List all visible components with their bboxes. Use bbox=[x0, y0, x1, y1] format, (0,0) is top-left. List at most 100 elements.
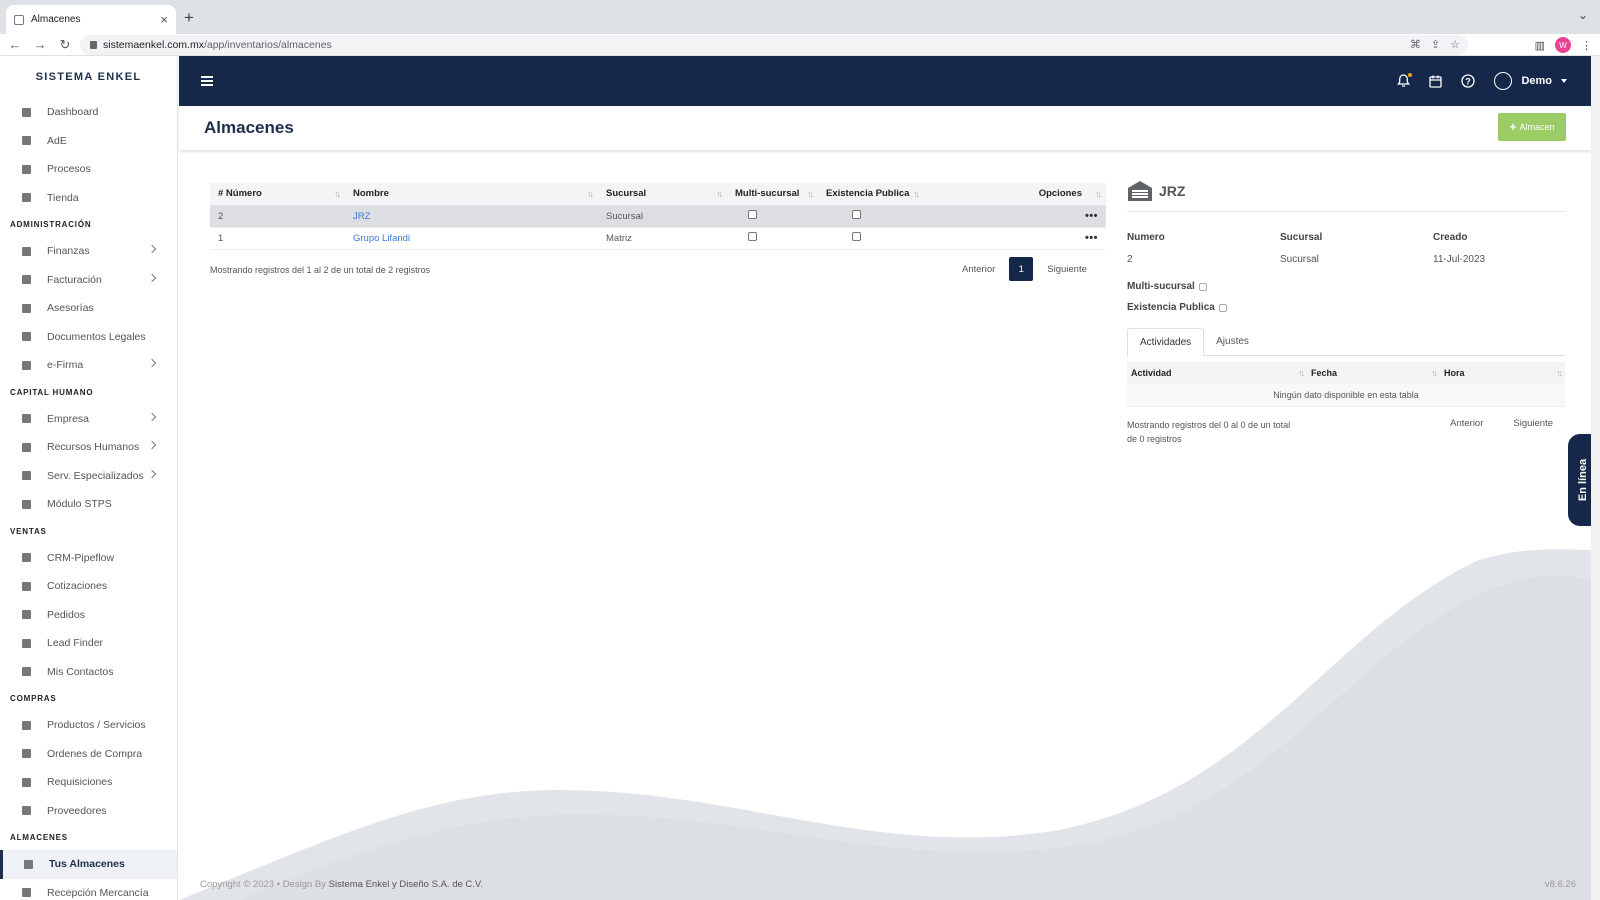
sidebar-item-label: AdE bbox=[47, 134, 67, 147]
sidebar-item-label: Tienda bbox=[47, 191, 79, 204]
sidebar-item-label: Módulo STPS bbox=[47, 498, 112, 511]
add-almacen-button[interactable]: + Almacen bbox=[1498, 113, 1566, 141]
company-link[interactable]: Sistema Enkel y Diseño S.A. de C.V. bbox=[329, 879, 483, 890]
table-row[interactable]: 1 Grupo Lifandi Matriz ••• bbox=[210, 227, 1106, 250]
sidebar-item-tienda[interactable]: Tienda bbox=[0, 184, 177, 213]
detail-title-text: JRZ bbox=[1159, 182, 1186, 199]
existencia-publica-checkbox[interactable] bbox=[851, 210, 861, 219]
col-header[interactable]: Nombre ↑↓ bbox=[345, 183, 598, 206]
filter-icon bbox=[20, 553, 32, 563]
almacen-name-link[interactable]: Grupo Lifandi bbox=[353, 233, 410, 244]
almacen-name-link[interactable]: JRZ bbox=[353, 211, 370, 222]
contact-icon bbox=[20, 667, 32, 677]
sidebar-item-ordenes-de-compra[interactable]: Ordenes de Compra bbox=[0, 740, 177, 769]
creado-label: Creado bbox=[1433, 232, 1468, 243]
col-actividad[interactable]: Actividad ↑↓ bbox=[1127, 362, 1307, 384]
star-icon[interactable]: ☆ bbox=[1450, 38, 1460, 51]
almacenes-table: # Número ↑↓ Nombre ↑↓ Sucursal ↑↓ Multi-sucurs… bbox=[210, 183, 1106, 250]
table-row[interactable]: 2 JRZ Sucursal ••• bbox=[210, 205, 1106, 228]
tab-ajustes[interactable]: Ajustes bbox=[1204, 328, 1261, 355]
detail-panel: JRZ Numero Sucursal Creado 2 Sucursal 11… bbox=[1127, 176, 1565, 444]
sidebar-item-asesorías[interactable]: Asesorías bbox=[0, 294, 177, 323]
sidebar-item-facturación[interactable]: Facturación bbox=[0, 266, 177, 295]
sidebar-item-lead-finder[interactable]: Lead Finder bbox=[0, 629, 177, 658]
existencia-publica-label: Existencia Publica bbox=[1127, 302, 1215, 313]
sidebar-item-requisiciones[interactable]: Requisiciones bbox=[0, 768, 177, 797]
sign-in-icon bbox=[20, 888, 32, 898]
svg-text:?: ? bbox=[1466, 77, 1472, 87]
col-header[interactable]: Sucursal ↑↓ bbox=[598, 183, 727, 206]
options-menu-icon[interactable]: ••• bbox=[1085, 210, 1098, 222]
reload-icon[interactable]: ↻ bbox=[55, 37, 75, 53]
sidebar-item-procesos[interactable]: Procesos bbox=[0, 155, 177, 184]
options-menu-icon[interactable]: ••• bbox=[1085, 232, 1098, 244]
new-tab-icon[interactable]: + bbox=[184, 8, 194, 28]
sort-icon: ↑↓ bbox=[587, 189, 594, 199]
sidebar-item-label: Serv. Especializados bbox=[47, 469, 144, 482]
sidebar-item-cotizaciones[interactable]: Cotizaciones bbox=[0, 572, 177, 601]
sidebar-item-mis-contactos[interactable]: Mis Contactos bbox=[0, 658, 177, 687]
col-header[interactable]: Multi-sucursal ↑↓ bbox=[727, 183, 818, 206]
user-menu[interactable]: Demo bbox=[1494, 72, 1567, 90]
sidepanel-icon[interactable]: ▥ bbox=[1535, 39, 1545, 52]
sidebar-section-header: COMPRAS bbox=[10, 694, 57, 703]
multi-sucursal-checkbox[interactable] bbox=[748, 232, 757, 241]
help-icon[interactable]: ? bbox=[1461, 74, 1476, 88]
sidebar-item-finanzas[interactable]: Finanzas bbox=[0, 237, 177, 266]
col-header[interactable]: Opciones ↑↓ bbox=[924, 183, 1106, 206]
sidebar-item-módulo-stps[interactable]: Módulo STPS bbox=[0, 490, 177, 519]
industry-icon bbox=[20, 471, 32, 481]
calendar-icon[interactable] bbox=[1429, 75, 1443, 88]
browser-menu-icon[interactable]: ⋮ bbox=[1581, 39, 1592, 52]
sidebar-item-documentos-legales[interactable]: Documentos Legales bbox=[0, 323, 177, 352]
creado-value: 11-Jul-2023 bbox=[1433, 254, 1486, 265]
browser-tab[interactable]: Almacenes × bbox=[6, 5, 176, 34]
close-tab-icon[interactable]: × bbox=[160, 12, 168, 27]
url-field[interactable]: sistemaenkel.com.mx/app/inventarios/alma… bbox=[80, 35, 1468, 55]
translate-icon[interactable]: ⌘ bbox=[1410, 38, 1421, 51]
brand-logo[interactable]: SISTEMA ENKEL bbox=[0, 56, 177, 98]
document-icon bbox=[20, 581, 32, 591]
col-fecha[interactable]: Fecha ↑↓ bbox=[1307, 362, 1440, 384]
bell-icon[interactable] bbox=[1397, 73, 1413, 88]
sidebar-item-tus-almacenes[interactable]: Tus Almacenes bbox=[0, 850, 177, 879]
sidebar-item-recepción-mercancía[interactable]: Recepción Mercancía bbox=[0, 879, 177, 900]
sidebar-item-serv-especializados[interactable]: Serv. Especializados bbox=[0, 462, 177, 491]
tab-actividades[interactable]: Actividades bbox=[1127, 328, 1205, 356]
sidebar-item-proveedores[interactable]: Proveedores bbox=[0, 797, 177, 826]
copyright-text: Copyright © 2023 bbox=[200, 879, 275, 890]
sidebar-item-pedidos[interactable]: Pedidos bbox=[0, 601, 177, 630]
sidebar-item-empresa[interactable]: Empresa bbox=[0, 405, 177, 434]
profile-avatar[interactable]: W bbox=[1555, 37, 1571, 53]
sidebar-item-e-firma[interactable]: e-Firma bbox=[0, 351, 177, 380]
forward-icon[interactable]: → bbox=[30, 37, 50, 52]
sidebar-item-dashboard[interactable]: Dashboard bbox=[0, 98, 177, 127]
current-page-button[interactable]: 1 bbox=[1009, 257, 1034, 281]
page-scrollbar[interactable] bbox=[1591, 56, 1600, 900]
document-icon bbox=[20, 246, 32, 256]
sidebar-item-productos-servicios[interactable]: Productos / Servicios bbox=[0, 711, 177, 740]
back-icon[interactable]: ← bbox=[5, 37, 25, 52]
numero-cell: 1 bbox=[210, 227, 345, 250]
tab-menu-chevron-icon[interactable]: ⌄ bbox=[1578, 8, 1588, 22]
sidebar-item-crm-pipeflow[interactable]: CRM-Pipeflow bbox=[0, 544, 177, 573]
actividades-next-button[interactable]: Siguiente bbox=[1513, 418, 1553, 429]
col-header[interactable]: Existencia Publica ↑↓ bbox=[818, 183, 924, 206]
url-path: /app/inventarios/almacenes bbox=[203, 39, 332, 51]
multi-sucursal-checkbox[interactable] bbox=[748, 210, 757, 219]
hamburger-menu-icon[interactable] bbox=[201, 74, 213, 88]
actividades-prev-button[interactable]: Anterior bbox=[1450, 418, 1483, 429]
share-icon[interactable]: ⇪ bbox=[1431, 38, 1440, 51]
eject-icon bbox=[20, 303, 32, 313]
prev-page-button[interactable]: Anterior bbox=[958, 264, 999, 275]
empty-table-message: Ningún dato disponible en esta tabla bbox=[1127, 384, 1565, 407]
document-icon bbox=[20, 332, 32, 342]
next-page-button[interactable]: Siguiente bbox=[1043, 264, 1091, 275]
sidebar-item-ade[interactable]: AdE bbox=[0, 127, 177, 156]
existencia-publica-checkbox[interactable] bbox=[851, 232, 861, 241]
col-header[interactable]: # Número ↑↓ bbox=[210, 183, 345, 206]
sidebar-item-label: Productos / Servicios bbox=[47, 719, 146, 732]
sidebar-item-recursos-humanos[interactable]: Recursos Humanos bbox=[0, 433, 177, 462]
favicon-icon bbox=[14, 14, 24, 25]
col-hora[interactable]: Hora ↑↓ bbox=[1440, 362, 1565, 384]
